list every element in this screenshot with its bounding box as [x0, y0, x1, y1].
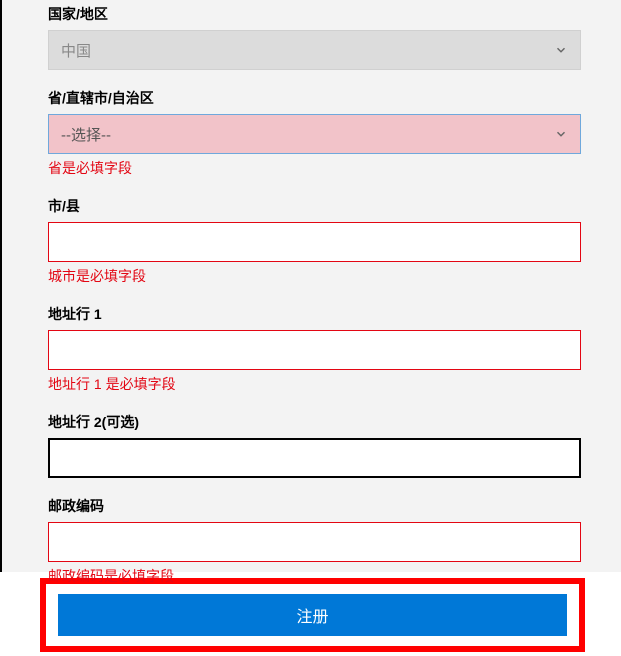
province-placeholder: --选择-- — [61, 124, 111, 145]
country-label: 国家/地区 — [48, 4, 581, 24]
chevron-down-icon — [554, 127, 568, 141]
country-value: 中国 — [61, 40, 91, 61]
country-field-group: 国家/地区 中国 — [48, 4, 581, 70]
address1-field-group: 地址行 1 地址行 1 是必填字段 — [48, 304, 581, 394]
postal-field-group: 邮政编码 邮政编码是必填字段 — [48, 496, 581, 586]
postal-label: 邮政编码 — [48, 496, 581, 516]
province-error: 省是必填字段 — [48, 158, 581, 178]
address2-label: 地址行 2(可选) — [48, 412, 581, 432]
address-form: 国家/地区 中国 省/直辖市/自治区 --选择-- 省是必填字段 市/县 城市是… — [0, 0, 621, 572]
address1-label: 地址行 1 — [48, 304, 581, 324]
address2-field-group: 地址行 2(可选) — [48, 412, 581, 478]
city-error: 城市是必填字段 — [48, 266, 581, 286]
postal-input[interactable] — [48, 522, 581, 562]
register-button[interactable]: 注册 — [58, 594, 567, 636]
chevron-down-icon — [554, 43, 568, 57]
city-label: 市/县 — [48, 196, 581, 216]
register-button-highlight: 注册 — [40, 578, 585, 652]
address1-error: 地址行 1 是必填字段 — [48, 374, 581, 394]
address1-input[interactable] — [48, 330, 581, 370]
province-label: 省/直辖市/自治区 — [48, 88, 581, 108]
province-field-group: 省/直辖市/自治区 --选择-- 省是必填字段 — [48, 88, 581, 178]
address2-input[interactable] — [48, 438, 581, 478]
city-field-group: 市/县 城市是必填字段 — [48, 196, 581, 286]
country-select: 中国 — [48, 30, 581, 70]
city-input[interactable] — [48, 222, 581, 262]
province-select[interactable]: --选择-- — [48, 114, 581, 154]
